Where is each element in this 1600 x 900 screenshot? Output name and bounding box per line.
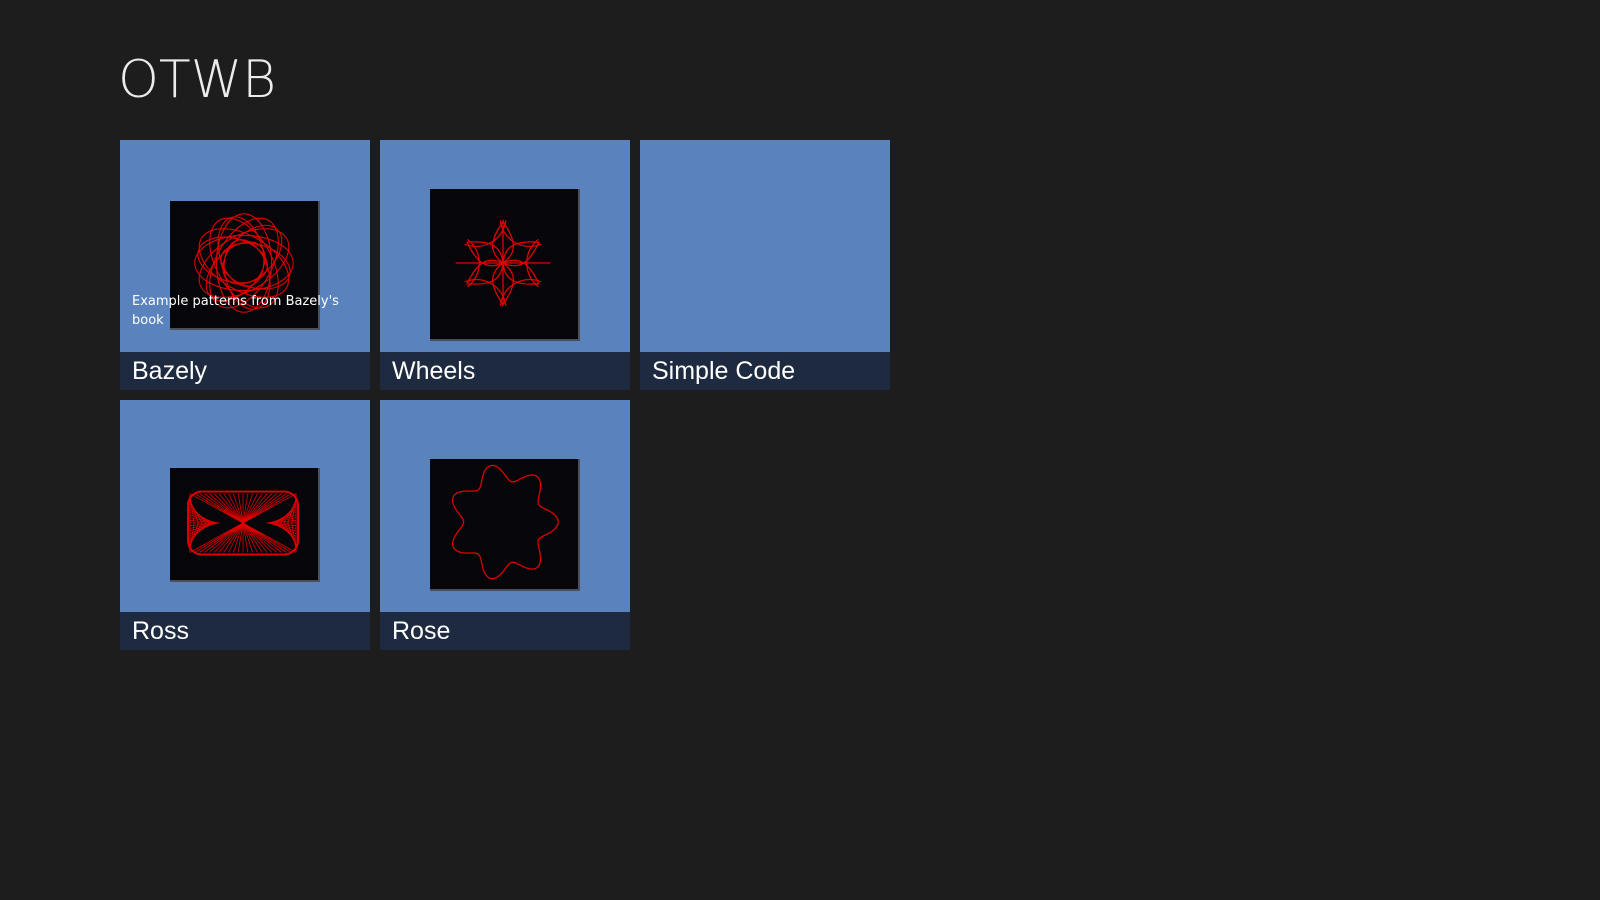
tile-background <box>640 140 890 352</box>
ross-pattern-image <box>170 468 320 582</box>
tile-label: Ross <box>132 617 189 645</box>
tile-caption-bar: Ross <box>120 612 370 650</box>
tile-caption-bar: Simple Code <box>640 352 890 390</box>
tile-background <box>380 400 630 612</box>
ross-pattern-svg <box>187 490 300 556</box>
tile-description: Example patterns from Bazely's book <box>132 294 339 328</box>
rose-pattern-image <box>430 459 580 591</box>
wheels-pattern-svg <box>455 219 551 307</box>
tile-background: Example patterns from Bazely's book <box>120 140 370 352</box>
tile-simple-code[interactable]: Simple Code <box>640 140 890 390</box>
tile-background <box>380 140 630 352</box>
tile-rose[interactable]: Rose <box>380 400 630 650</box>
tile-label: Simple Code <box>652 357 796 385</box>
tile-bazely[interactable]: Example patterns from Bazely's book Baze… <box>120 140 370 390</box>
wheels-pattern-image <box>430 189 580 341</box>
tile-label: Rose <box>392 617 451 645</box>
tile-label: Bazely <box>132 357 208 385</box>
tile-ross[interactable]: Ross <box>120 400 370 650</box>
page-title: OTWB <box>118 50 277 110</box>
tile-wheels[interactable]: Wheels <box>380 140 630 390</box>
tile-caption-bar: Bazely <box>120 352 370 390</box>
rose-pattern-svg <box>451 464 559 580</box>
tile-caption-bar: Rose <box>380 612 630 650</box>
tile-caption-bar: Wheels <box>380 352 630 390</box>
tile-label: Wheels <box>392 357 476 385</box>
tile-background <box>120 400 370 612</box>
